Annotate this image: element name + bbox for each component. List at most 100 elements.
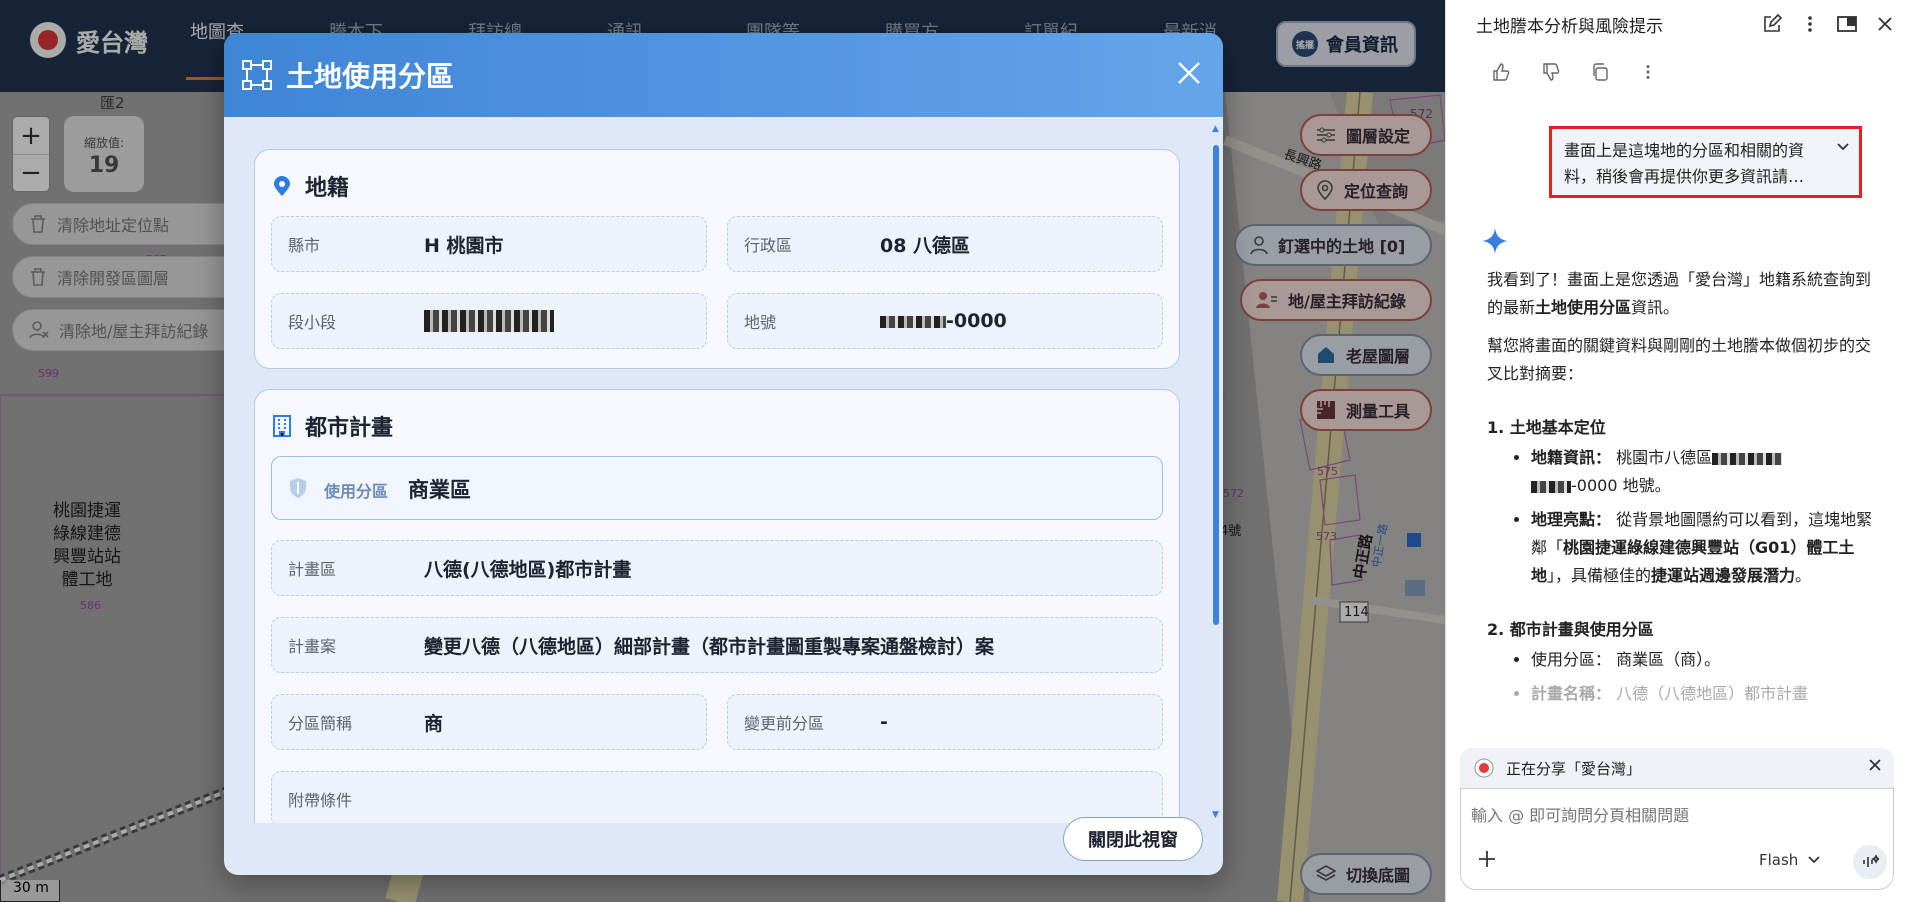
more-vertical-icon[interactable] bbox=[1636, 60, 1660, 84]
modal-scrollbar[interactable]: ▲ ▼ bbox=[1212, 123, 1220, 823]
conditions-field: 附帶條件 bbox=[271, 771, 1163, 823]
district-label: 行政區 bbox=[744, 236, 793, 255]
list-item: 使用分區： 商業區（商）。 bbox=[1531, 646, 1877, 674]
answer-intro-bold: 土地使用分區 bbox=[1535, 298, 1632, 317]
lot-number-field: 地號 -0000 bbox=[727, 293, 1163, 349]
close-icon[interactable] bbox=[1873, 12, 1897, 36]
edit-icon[interactable] bbox=[1760, 12, 1784, 36]
lot-number-suffix: -0000 bbox=[946, 310, 1007, 332]
section-1-heading: 1. 土地基本定位 bbox=[1487, 418, 1606, 437]
chevron-down-icon[interactable] bbox=[1837, 143, 1849, 151]
model-selector[interactable]: Flash bbox=[1759, 851, 1820, 869]
urban-plan-heading-text: 都市計畫 bbox=[305, 416, 394, 441]
answer-intro: 我看到了！畫面上是您透過「愛台灣」地籍系統查詢到的最新土地使用分區資訊。 bbox=[1487, 266, 1877, 322]
zone-abbr-label: 分區簡稱 bbox=[288, 714, 353, 733]
user-query-bubble[interactable]: 畫面上是這塊地的分區和相關的資料，稍後會再提供你更多資訊請… bbox=[1549, 126, 1862, 198]
answer-intro-end: 資訊。 bbox=[1631, 298, 1680, 317]
scroll-up-arrow[interactable]: ▲ bbox=[1212, 125, 1220, 134]
bullet-label: 地理亮點： bbox=[1531, 510, 1612, 529]
plus-icon[interactable] bbox=[1477, 849, 1497, 869]
zoning-label: 使用分區 bbox=[324, 482, 389, 501]
chat-input[interactable] bbox=[1471, 801, 1871, 829]
prev-zone-value: - bbox=[880, 711, 888, 733]
urban-plan-heading: 都市計畫 bbox=[273, 410, 393, 442]
lot-number-label: 地號 bbox=[744, 313, 777, 332]
shield-icon bbox=[290, 478, 306, 498]
bullet-text: 桃園市八德區 bbox=[1616, 448, 1713, 467]
thumbs-down-icon[interactable] bbox=[1539, 60, 1563, 84]
plan-case-value: 變更八德（八德地區）細部計畫（都市計畫圖重製專案通盤檢討）案 bbox=[424, 635, 995, 658]
sharing-text: 正在分享「愛台灣」 bbox=[1506, 759, 1642, 778]
plan-area-field: 計畫區 八德(八德地區)都市計畫 bbox=[271, 540, 1163, 596]
district-value: 08 八德區 bbox=[880, 234, 971, 257]
section-2-heading: 2. 都市計畫與使用分區 bbox=[1487, 620, 1654, 639]
answer-summary-intro: 幫您將畫面的關鍵資料與剛剛的土地謄本做個初步的交叉比對摘要： bbox=[1487, 336, 1872, 383]
bullet-text: -0000 地號。 bbox=[1571, 476, 1671, 495]
assistant-answer: 我看到了！畫面上是您透過「愛台灣」地籍系統查詢到的最新土地使用分區資訊。 幫您將… bbox=[1487, 266, 1877, 714]
modal-header: 土地使用分區 bbox=[224, 33, 1223, 117]
close-icon bbox=[1178, 62, 1200, 84]
cadastral-heading: 地籍 bbox=[273, 170, 349, 202]
plan-area-value: 八德(八德地區)都市計畫 bbox=[424, 558, 632, 581]
list-item: 地理亮點： 從背景地圖隱約可以看到，這塊地緊鄰「桃園捷運綠線建德興豐站（G01）… bbox=[1531, 506, 1877, 590]
model-name: Flash bbox=[1759, 851, 1799, 869]
city-label: 縣市 bbox=[288, 236, 321, 255]
close-window-button[interactable]: 關閉此視窗 bbox=[1063, 817, 1203, 861]
sharing-banner: 正在分享「愛台灣」 bbox=[1460, 748, 1894, 788]
cadastral-card: 地籍 縣市 H 桃園市 行政區 08 八德區 段小段 地號 -0000 bbox=[254, 149, 1180, 369]
district-field: 行政區 08 八德區 bbox=[727, 216, 1163, 272]
scroll-thumb[interactable] bbox=[1213, 145, 1219, 625]
city-value: H 桃園市 bbox=[424, 234, 504, 257]
voice-input-button[interactable] bbox=[1853, 845, 1887, 879]
bullet-label: 地籍資訊： bbox=[1531, 448, 1612, 467]
modal-title: 土地使用分區 bbox=[286, 60, 455, 93]
user-query-text: 畫面上是這塊地的分區和相關的資料，稍後會再提供你更多資訊請… bbox=[1564, 141, 1805, 186]
plan-area-label: 計畫區 bbox=[288, 560, 337, 579]
thumbs-up-icon[interactable] bbox=[1489, 60, 1513, 84]
assistant-panel: 土地謄本分析與風險提示 畫面上是這塊地的分區和相關的資料，稍後會再提供你更多資訊… bbox=[1445, 0, 1917, 902]
location-pin-icon bbox=[274, 176, 290, 196]
bullet-label: 計畫名稱： bbox=[1531, 684, 1612, 703]
bullet-text: 」，具備極佳的 bbox=[1547, 566, 1652, 585]
section-field: 段小段 bbox=[271, 293, 707, 349]
lot-number-value: -0000 bbox=[880, 310, 1007, 332]
plan-case-label: 計畫案 bbox=[288, 637, 337, 656]
bullet-label: 使用分區： bbox=[1531, 650, 1612, 669]
sparkle-icon bbox=[1482, 228, 1508, 254]
waveform-icon bbox=[1863, 854, 1879, 867]
zoning-value: 商業區 bbox=[408, 478, 471, 502]
chevron-down-icon bbox=[1808, 856, 1820, 864]
zoning-highlight-field: 使用分區 商業區 bbox=[271, 456, 1163, 520]
modal-body[interactable]: 地籍 縣市 H 桃園市 行政區 08 八德區 段小段 地號 -0000 都市計畫… bbox=[224, 117, 1223, 823]
more-vertical-icon[interactable] bbox=[1798, 12, 1822, 36]
prev-zone-label: 變更前分區 bbox=[744, 714, 825, 733]
bullet-text: 。 bbox=[1795, 566, 1812, 585]
scroll-down-arrow[interactable]: ▼ bbox=[1212, 811, 1220, 820]
section-label: 段小段 bbox=[288, 313, 337, 332]
bullet-text: 商業區（商）。 bbox=[1616, 650, 1721, 669]
redacted-block bbox=[1531, 480, 1571, 493]
close-icon[interactable] bbox=[1868, 758, 1882, 772]
list-item: 計畫名稱： 八德（八德地區）都市計畫 bbox=[1531, 680, 1877, 708]
app-root: 572 長興路 4號 中正一路 中正路 114 575 573 572 599 … bbox=[0, 0, 1917, 902]
panel-title: 土地謄本分析與風險提示 bbox=[1476, 17, 1663, 37]
zone-abbr-field: 分區簡稱 商 bbox=[271, 694, 707, 750]
urban-plan-card: 都市計畫 使用分區 商業區 計畫區 八德(八德地區)都市計畫 計畫案 變更八德（… bbox=[254, 389, 1180, 823]
chat-composer: Flash bbox=[1460, 788, 1894, 890]
zone-abbr-value: 商 bbox=[424, 712, 444, 735]
plan-case-field: 計畫案 變更八德（八德地區）細部計畫（都市計畫圖重製專案通盤檢討）案 bbox=[271, 617, 1163, 673]
prev-zone-field: 變更前分區 - bbox=[727, 694, 1163, 750]
modal-footer: 關閉此視窗 bbox=[224, 817, 1223, 875]
redacted-block bbox=[1712, 452, 1783, 465]
cadastral-heading-text: 地籍 bbox=[305, 176, 350, 201]
copy-icon[interactable] bbox=[1588, 60, 1612, 84]
city-field: 縣市 H 桃園市 bbox=[271, 216, 707, 272]
conditions-label: 附帶條件 bbox=[288, 791, 353, 810]
section-value-redacted bbox=[424, 310, 554, 333]
modal-close-button[interactable] bbox=[1171, 55, 1207, 91]
bullet-text: 八德（八德地區）都市計畫 bbox=[1616, 684, 1809, 703]
zoning-modal: 土地使用分區 地籍 縣市 H 桃園市 行政區 08 八德區 段小段 地號 -00… bbox=[224, 33, 1223, 875]
dock-panel-icon[interactable] bbox=[1835, 12, 1859, 36]
section-1-list: 地籍資訊： 桃園市八德區 -0000 地號。 地理亮點： 從背景地圖隱約可以看到，… bbox=[1487, 444, 1877, 590]
app-favicon-icon bbox=[1474, 758, 1494, 778]
